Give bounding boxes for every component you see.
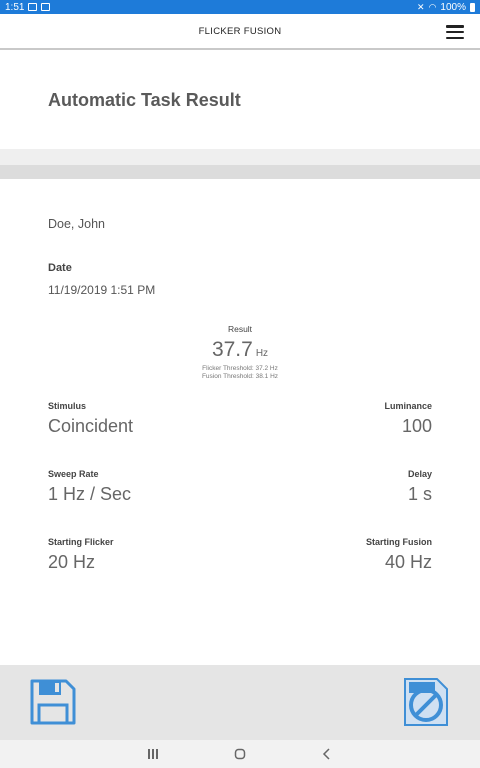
luminance-value: 100 — [401, 416, 432, 436]
status-bar: 1:51 ✕ ◠ 100% — [0, 0, 480, 14]
delay-label: Delay — [407, 469, 432, 479]
result-value: 37.7 — [211, 338, 253, 361]
stimulus-value: Coincident — [48, 416, 134, 436]
save-button[interactable] — [28, 677, 78, 727]
recents-icon[interactable] — [138, 744, 168, 764]
luminance-field: Luminance 100 — [384, 401, 432, 437]
starting-fusion-value: 40 Hz — [384, 552, 432, 572]
date-label: Date — [48, 262, 72, 274]
delay-field: Delay 1 s — [408, 469, 432, 505]
flicker-threshold: Flicker Threshold: 37.2 Hz — [202, 365, 278, 372]
starting-flicker-value: 20 Hz — [48, 552, 96, 572]
patient-name: Doe, John — [48, 217, 105, 231]
starting-flicker-field: Starting Flicker 20 Hz — [48, 537, 114, 573]
battery-percent: 100% — [440, 1, 466, 13]
starting-flicker-label: Starting Flicker — [48, 537, 114, 547]
app-bar: FLICKER FUSION — [0, 14, 480, 50]
home-icon[interactable] — [225, 744, 255, 764]
status-left: 1:51 — [5, 1, 51, 13]
date-value: 11/19/2019 1:51 PM — [48, 283, 156, 297]
wifi-icon: ◠ — [428, 1, 437, 12]
header-divider-light — [0, 149, 480, 165]
delay-value: 1 s — [407, 484, 432, 504]
stimulus-label: Stimulus — [48, 401, 87, 411]
app-title: FLICKER FUSION — [198, 25, 282, 37]
result-block: Result 37.7 Hz Flicker Threshold: 37.2 Hz… — [0, 324, 480, 381]
status-time: 1:51 — [5, 1, 25, 13]
bottom-action-bar — [0, 665, 480, 740]
starting-fusion-field: Starting Fusion 40 Hz — [366, 537, 432, 573]
page-title: Automatic Task Result — [48, 90, 241, 110]
result-content: Doe, John Date 11/19/2019 1:51 PM Result… — [0, 179, 480, 665]
accessibility-notification-icon — [41, 3, 51, 11]
luminance-label: Luminance — [384, 401, 432, 411]
sweep-rate-field: Sweep Rate 1 Hz / Sec — [48, 469, 131, 505]
back-icon[interactable] — [312, 744, 342, 764]
mute-icon: ✕ — [417, 1, 425, 12]
result-unit: Hz — [255, 348, 269, 359]
floppy-disk-icon — [30, 679, 76, 725]
sweep-rate-label: Sweep Rate — [48, 469, 99, 479]
result-value-row: 37.7 Hz — [0, 338, 480, 362]
page-header: Automatic Task Result — [0, 52, 480, 149]
cancel-button[interactable] — [401, 677, 451, 727]
battery-icon — [470, 2, 475, 12]
sweep-rate-value: 1 Hz / Sec — [48, 484, 132, 504]
status-right: ✕ ◠ 100% — [417, 2, 475, 13]
header-divider-dark — [0, 165, 480, 179]
result-label: Result — [227, 324, 253, 334]
fusion-threshold: Fusion Threshold: 38.1 Hz — [201, 373, 279, 380]
hamburger-menu-icon[interactable] — [446, 25, 464, 39]
gallery-notification-icon — [28, 3, 38, 11]
document-no-icon — [404, 678, 448, 726]
stimulus-field: Stimulus Coincident — [48, 401, 133, 437]
system-nav-bar — [0, 740, 480, 768]
starting-fusion-label: Starting Fusion — [366, 537, 432, 547]
